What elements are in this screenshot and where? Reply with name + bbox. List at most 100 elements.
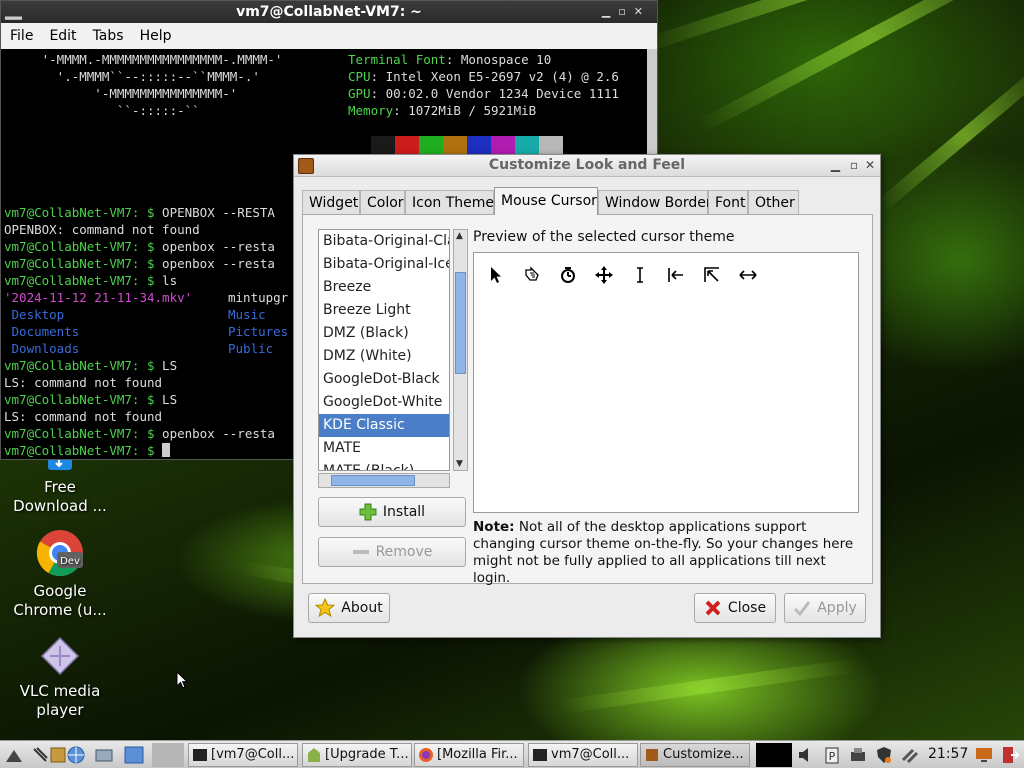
palette-swatch [467,136,491,154]
hand-cursor-icon [525,266,539,281]
terminal-icon [193,749,207,761]
cursor-theme-item[interactable]: MATE (Black) [319,460,449,470]
cursor-theme-item[interactable]: Bibata-Original-Ice [319,253,449,276]
terminal-line: vm7@CollabNet-VM7: $ [4,442,171,459]
maximize-icon[interactable]: ▫ [618,5,633,18]
terminal-title: vm7@CollabNet-VM7: ~ [236,4,422,20]
cursor-theme-item[interactable]: Breeze Light [319,299,449,322]
logout-icon[interactable] [1000,745,1020,765]
tab-window-border[interactable]: Window Border [598,190,712,214]
taskbar-task-terminal-2[interactable]: vm7@Coll... [528,743,638,767]
tab-widget[interactable]: Widget [302,190,360,214]
remove-button[interactable]: Remove [318,537,466,567]
terminal-titlebar[interactable]: ▂▂ vm7@CollabNet-VM7: ~ ▁▫✕ [1,1,657,23]
cursor-theme-list[interactable]: Bibata-Original-ClassicBibata-Original-I… [318,229,450,471]
scroll-up-icon[interactable]: ▲ [456,231,463,241]
sysinfo-line: Memory: 1072MiB / 5921MiB [348,103,537,118]
install-button[interactable]: Install [318,497,466,527]
maximize-icon[interactable]: ▫ [850,155,858,176]
terminal-line: vm7@CollabNet-VM7: $ openbox --resta [4,239,275,254]
taskbar-task-customize[interactable]: Customize... [640,743,750,767]
menu-file[interactable]: File [1,28,40,44]
palette-swatch [395,136,419,154]
about-button[interactable]: About [308,593,390,623]
taskbar-task-firefox[interactable]: [Mozilla Fir... [414,743,524,767]
star-icon [315,598,336,618]
about-label: About [341,600,383,616]
terminal-launcher-icon[interactable] [30,745,50,765]
web-browser-launcher-icon[interactable] [66,745,86,765]
network-icon[interactable] [900,745,920,765]
taskbar-task-terminal-1[interactable]: [vm7@Coll... [188,743,298,767]
scrollbar-thumb[interactable] [455,272,466,374]
tab-icon-theme[interactable]: Icon Theme [405,190,494,214]
desktop-icon-vlc[interactable]: VLC media player [0,636,120,720]
text-cursor [162,443,171,457]
terminal-line: vm7@CollabNet-VM7: $ OPENBOX --RESTA [4,205,275,220]
palette-swatch [371,136,395,154]
minimize-icon[interactable]: ▁ [602,5,618,18]
scroll-down-icon[interactable]: ▼ [456,459,463,469]
terminal-line: Desktop Music [4,307,266,322]
menu-tabs[interactable]: Tabs [84,28,131,44]
theme-list-horizontal-scrollbar[interactable] [318,473,450,488]
tab-other[interactable]: Other [748,190,799,214]
tab-font[interactable]: Font [708,190,748,214]
cursor-theme-item[interactable]: DMZ (Black) [319,322,449,345]
move-cursor-icon [595,266,613,284]
busy-cursor-icon [561,267,575,283]
ascii-art-line: '-MMMM.-MMMMMMMMMMMMMMMM-.MMMM-' [4,52,283,67]
start-menu-icon[interactable] [4,745,24,765]
cursor-theme-item[interactable]: GoogleDot-Black [319,368,449,391]
theme-list-vertical-scrollbar[interactable]: ▲ ▼ [453,229,468,471]
show-desktop-icon[interactable] [94,745,114,765]
chrome-dev-badge: Dev [60,556,80,567]
dialog-titlebar[interactable]: Customize Look and Feel ▁ ▫ ✕ [294,155,880,177]
cursor-theme-item[interactable]: Breeze [319,276,449,299]
close-button[interactable]: Close [694,593,776,623]
lxappearance-icon [646,749,658,761]
terminal-line: vm7@CollabNet-VM7: $ ls [4,273,178,288]
palette-swatch [539,136,563,154]
cursor-theme-item[interactable]: MATE [319,437,449,460]
cursor-preview [473,252,859,513]
sysinfo-line: Terminal Font: Monospace 10 [348,52,552,67]
volume-icon[interactable] [796,745,816,765]
cursor-theme-item[interactable]: KDE Classic [319,414,449,437]
menu-help[interactable]: Help [131,28,179,44]
customize-look-and-feel-dialog[interactable]: Customize Look and Feel ▁ ▫ ✕ Widget Col… [293,154,881,638]
taskbar-task-upgrade[interactable]: [Upgrade T... [302,743,412,767]
cursor-theme-item[interactable]: DMZ (White) [319,345,449,368]
desktop-icon-google-chrome[interactable]: Dev Google Chrome (u... [0,528,120,620]
file-manager-launcher-icon[interactable] [48,745,68,765]
tab-mouse-cursor[interactable]: Mouse Cursor [494,187,598,215]
terminal-icon [533,749,547,761]
security-shield-icon[interactable] [874,745,894,765]
cursor-theme-item[interactable]: GoogleDot-White [319,391,449,414]
cursor-theme-item[interactable]: Bibata-Original-Classic [319,230,449,253]
menu-edit[interactable]: Edit [40,28,83,44]
screen-icon[interactable] [974,745,994,765]
apply-button[interactable]: Apply [784,593,866,623]
workspace-switcher-icon[interactable] [124,745,144,765]
arrow-cursor-icon [491,267,501,283]
sysinfo-line: GPU: 00:02.0 Vendor 1234 Device 1111 [348,86,619,101]
lxappearance-icon [298,158,314,174]
google-chrome-dev-icon: Dev [36,530,84,577]
clock[interactable]: 21:57 [928,746,968,762]
printer-icon[interactable] [848,745,868,765]
terminal-line: vm7@CollabNet-VM7: $ LS [4,392,178,407]
workspace-2[interactable] [152,743,184,767]
minimize-icon[interactable]: ▁ [831,155,840,176]
preview-label: Preview of the selected cursor theme [473,229,735,245]
tab-color[interactable]: Color [360,190,405,214]
close-icon[interactable]: ✕ [634,5,651,18]
horizontal-resize-cursor-icon [739,270,757,280]
scrollbar-thumb[interactable] [331,475,415,486]
terminal-menubar: File Edit Tabs Help [1,23,657,49]
desktop-icon-free-download[interactable]: Free Download ... [0,456,120,516]
close-icon[interactable]: ✕ [865,155,875,176]
sysinfo-line: CPU: Intel Xeon E5-2697 v2 (4) @ 2.6 [348,69,619,84]
window-menu-icon[interactable]: ▂▂ [5,3,22,25]
clipboard-icon[interactable]: P [822,745,842,765]
